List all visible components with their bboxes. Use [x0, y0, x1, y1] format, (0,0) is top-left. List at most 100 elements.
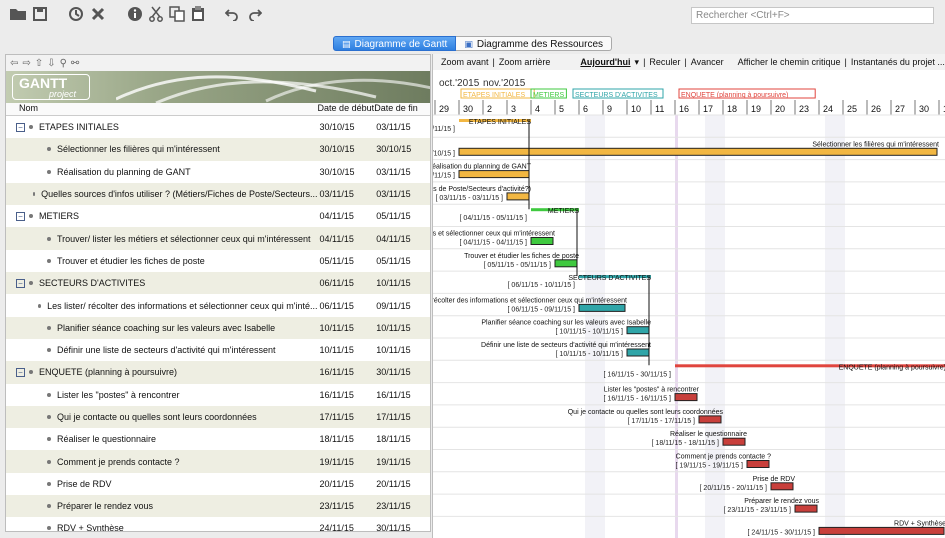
task-start-date[interactable]: 30/10/15 — [318, 144, 375, 154]
task-start-date[interactable]: 17/11/15 — [318, 412, 375, 422]
task-end-date[interactable]: 16/11/15 — [374, 390, 430, 400]
collapse-icon[interactable]: − — [16, 122, 25, 132]
task-start-date[interactable]: 05/11/15 — [318, 256, 375, 266]
task-name-cell[interactable]: Planifier séance coaching sur les valeur… — [6, 323, 318, 333]
collapse-icon[interactable]: − — [16, 278, 25, 288]
search-input[interactable]: Rechercher <Ctrl+F> — [691, 7, 934, 24]
task-start-date[interactable]: 16/11/15 — [318, 367, 375, 377]
task-end-date[interactable]: 18/11/15 — [374, 434, 430, 444]
today-dropdown[interactable]: Aujourd'hui — [580, 57, 630, 67]
task-name-cell[interactable]: Comment je prends contacte ? — [6, 457, 318, 467]
column-name-header[interactable]: Nom — [6, 103, 318, 115]
tab-gantt-chart[interactable]: ▤ Diagramme de Gantt — [332, 36, 457, 51]
task-name-cell[interactable]: − ENQUETE (planning à poursuivre) — [6, 367, 318, 377]
task-row[interactable]: Préparer le rendez vous 23/11/15 23/11/15 — [6, 495, 430, 518]
task-row[interactable]: − ENQUETE (planning à poursuivre) 16/11/15… — [6, 361, 430, 384]
task-end-date[interactable]: 03/11/15 — [374, 167, 430, 177]
back-button[interactable]: Reculer — [649, 57, 680, 67]
task-name-cell[interactable]: Lister les "postes" à rencontrer — [6, 390, 318, 400]
task-row[interactable]: Les lister/ récolter des informations et… — [6, 294, 430, 316]
task-start-date[interactable]: 24/11/15 — [318, 523, 375, 531]
task-name-cell[interactable]: Préparer le rendez vous — [6, 501, 318, 511]
task-end-date[interactable]: 10/11/15 — [374, 345, 430, 355]
info-icon[interactable] — [125, 4, 145, 24]
task-row[interactable]: Prise de RDV 20/11/15 20/11/15 — [6, 473, 430, 495]
history-icon[interactable] — [66, 4, 86, 24]
task-name-cell[interactable]: Trouver et étudier les fiches de poste — [6, 256, 318, 266]
task-row[interactable]: − ETAPES INITIALES 30/10/15 03/11/15 — [6, 116, 430, 138]
task-end-date[interactable]: 03/11/15 — [374, 189, 430, 199]
task-row[interactable]: RDV + Synthèse 24/11/15 30/11/15 — [6, 517, 430, 531]
forward-button[interactable]: Avancer — [691, 57, 724, 67]
indent-icon[interactable]: ⇨ — [22, 58, 30, 69]
task-start-date[interactable]: 10/11/15 — [318, 323, 375, 333]
unlink-icon[interactable]: ⚯ — [71, 58, 79, 69]
task-name-cell[interactable]: − METIERS — [6, 211, 318, 221]
task-name-cell[interactable]: − SECTEURS D'ACTIVITES — [6, 278, 318, 288]
task-end-date[interactable]: 19/11/15 — [374, 457, 430, 467]
chevron-down-icon[interactable]: ▾ — [635, 57, 640, 68]
save-icon[interactable] — [30, 4, 50, 24]
undo-icon[interactable] — [222, 4, 242, 24]
task-start-date[interactable]: 23/11/15 — [318, 501, 375, 511]
task-row[interactable]: Qui je contacte ou quelles sont leurs co… — [6, 405, 430, 429]
task-end-date[interactable]: 30/10/15 — [374, 144, 430, 154]
task-end-date[interactable]: 23/11/15 — [374, 501, 430, 511]
task-end-date[interactable]: 04/11/15 — [374, 234, 430, 244]
task-end-date[interactable]: 30/11/15 — [374, 523, 430, 531]
task-row[interactable]: Planifier séance coaching sur les valeur… — [6, 316, 430, 339]
task-name-cell[interactable]: Les lister/ récolter des informations et… — [6, 301, 318, 311]
folder-open-icon[interactable] — [8, 4, 28, 24]
task-row[interactable]: Sélectionner les filières qui m'intéress… — [6, 138, 430, 161]
task-name-cell[interactable]: Réaliser le questionnaire — [6, 434, 318, 444]
task-end-date[interactable]: 20/11/15 — [374, 479, 430, 489]
task-start-date[interactable]: 10/11/15 — [318, 345, 375, 355]
task-name-cell[interactable]: Prise de RDV — [6, 479, 318, 489]
task-row[interactable]: − METIERS 04/11/15 05/11/15 — [6, 205, 430, 227]
collapse-icon[interactable]: − — [16, 211, 25, 221]
task-name-cell[interactable]: Quelles sources d'infos utiliser ? (Méti… — [6, 189, 318, 199]
zoom-out-button[interactable]: Zoom arrière — [499, 57, 551, 67]
delete-icon[interactable] — [88, 4, 108, 24]
task-name-cell[interactable]: − ETAPES INITIALES — [6, 122, 318, 132]
task-end-date[interactable]: 17/11/15 — [374, 412, 430, 422]
task-end-date[interactable]: 10/11/15 — [374, 323, 430, 333]
snapshots-button[interactable]: Instantanés du projet ... — [851, 57, 945, 67]
task-end-date[interactable]: 05/11/15 — [374, 256, 430, 266]
zoom-in-button[interactable]: Zoom avant — [441, 57, 489, 67]
task-name-cell[interactable]: RDV + Synthèse — [6, 523, 318, 531]
task-start-date[interactable]: 19/11/15 — [318, 457, 375, 467]
task-row[interactable]: − SECTEURS D'ACTIVITES 06/11/15 10/11/15 — [6, 272, 430, 295]
task-end-date[interactable]: 05/11/15 — [374, 211, 430, 221]
paste-icon[interactable] — [188, 4, 208, 24]
critical-path-button[interactable]: Afficher le chemin critique — [738, 57, 841, 67]
move-down-icon[interactable]: ⇩ — [47, 58, 55, 69]
task-row[interactable]: Réalisation du planning de GANT 30/10/15 0… — [6, 161, 430, 183]
task-end-date[interactable]: 30/11/15 — [374, 367, 430, 377]
link-icon[interactable]: ⚲ — [60, 58, 67, 69]
task-row[interactable]: Trouver et étudier les fiches de poste 05… — [6, 250, 430, 272]
task-name-cell[interactable]: Sélectionner les filières qui m'intéress… — [6, 144, 318, 154]
copy-icon[interactable] — [167, 4, 187, 24]
task-start-date[interactable]: 06/11/15 — [318, 278, 375, 288]
task-name-cell[interactable]: Trouver/ lister les métiers et sélection… — [6, 234, 318, 244]
task-start-date[interactable]: 20/11/15 — [318, 479, 375, 489]
redo-icon[interactable] — [245, 4, 265, 24]
task-end-date[interactable]: 10/11/15 — [374, 278, 430, 288]
task-row[interactable]: Comment je prends contacte ? 19/11/15 19/1… — [6, 450, 430, 473]
gantt-canvas[interactable]: oct.'2015 nov.'2015 ETAPES INITIALES METIER… — [433, 70, 945, 538]
task-name-cell[interactable]: Réalisation du planning de GANT — [6, 167, 318, 177]
task-name-cell[interactable]: Qui je contacte ou quelles sont leurs co… — [6, 412, 318, 422]
task-name-cell[interactable]: Définir une liste de secteurs d'activité… — [6, 345, 318, 355]
column-start-header[interactable]: Date de début — [318, 103, 375, 115]
tab-resource-chart[interactable]: ▣ Diagramme des Ressources — [456, 36, 613, 51]
task-start-date[interactable]: 04/11/15 — [318, 234, 375, 244]
task-start-date[interactable]: 04/11/15 — [318, 211, 375, 221]
column-end-header[interactable]: Date de fin — [374, 103, 430, 115]
task-start-date[interactable]: 30/10/15 — [318, 167, 375, 177]
task-row[interactable]: Trouver/ lister les métiers et sélection… — [6, 227, 430, 250]
task-row[interactable]: Lister les "postes" à rencontrer 16/11/15… — [6, 384, 430, 406]
task-end-date[interactable]: 03/11/15 — [374, 122, 430, 132]
task-row[interactable]: Définir une liste de secteurs d'activité… — [6, 339, 430, 361]
task-start-date[interactable]: 03/11/15 — [318, 189, 375, 199]
